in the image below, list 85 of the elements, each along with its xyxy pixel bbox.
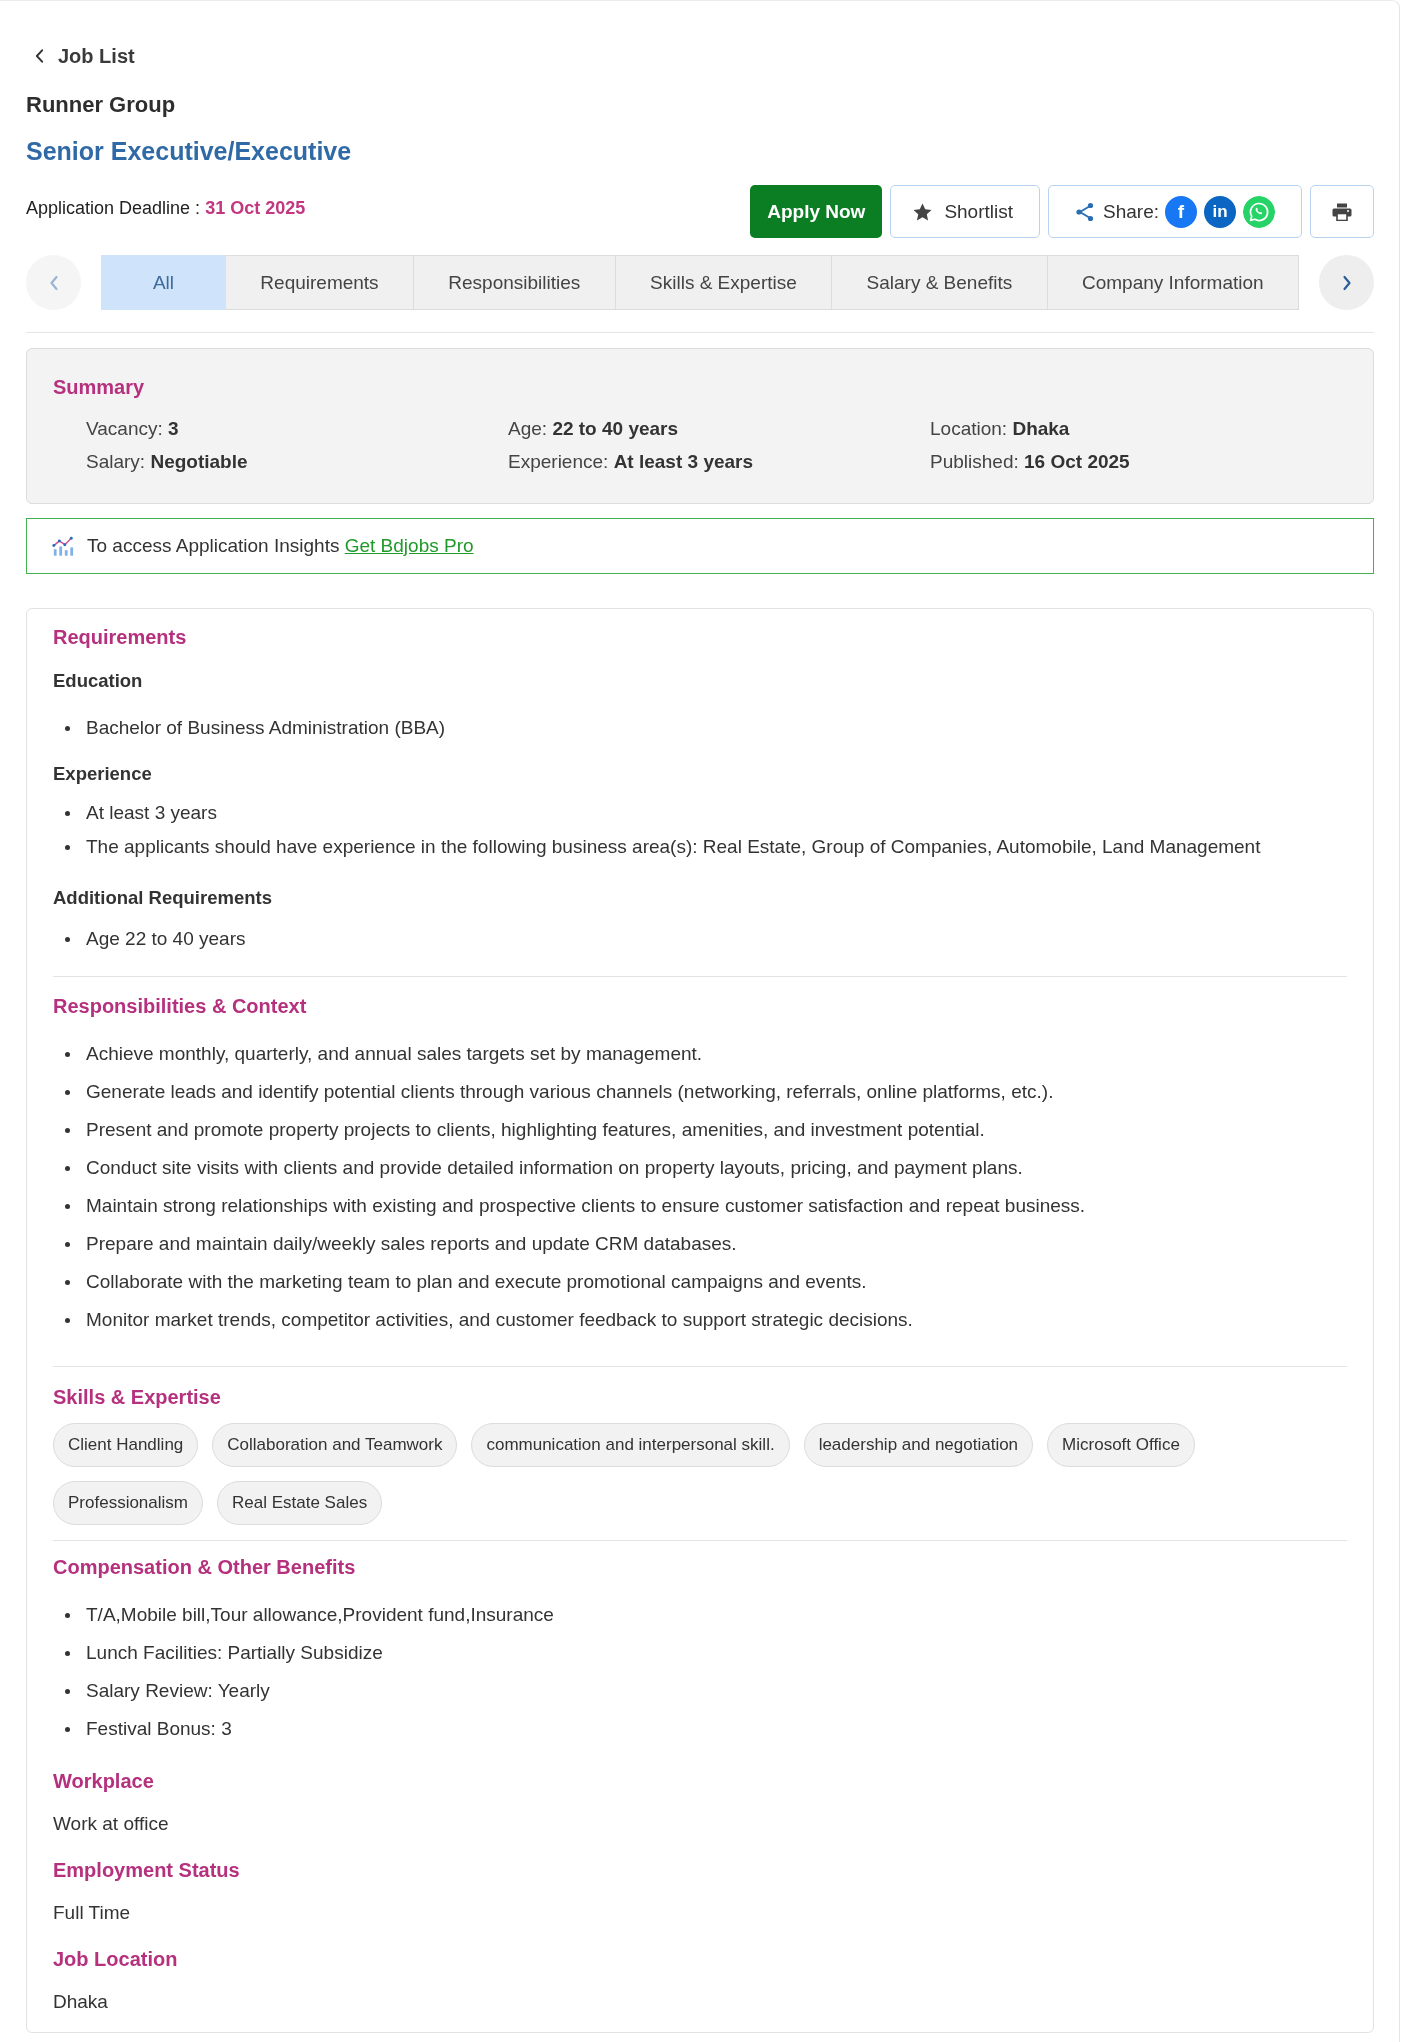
deadline-text: Application Deadline : 31 Oct 2025 — [26, 197, 306, 220]
bullet-icon — [65, 810, 70, 816]
section-title: Compensation & Other Benefits — [53, 1555, 357, 1580]
summary-field: Age: 22 to 40 years — [508, 414, 930, 444]
skill-tag: Client Handling — [53, 1423, 199, 1467]
summary-field: Experience: At least 3 years — [508, 447, 930, 477]
bullet-icon — [65, 1279, 70, 1285]
chevron-left-icon — [48, 274, 59, 291]
star-icon — [913, 202, 933, 221]
bullet-icon — [65, 725, 70, 731]
tab[interactable]: Responsibilities — [414, 255, 616, 310]
list-item: Present and promote property projects to clients, highlighting features, amenities, and investment potential. — [86, 1118, 985, 1142]
skill-tag: Professionalism — [53, 1481, 203, 1525]
section-title: Employment Status — [53, 1858, 241, 1883]
section-text: Full Time — [53, 1901, 132, 1925]
list-item: At least 3 years — [86, 801, 217, 825]
summary-field: Location: Dhaka — [930, 414, 1347, 444]
insights-text: To access Application Insights Get Bdjobs Pro — [87, 534, 474, 558]
bullet-icon — [65, 1241, 70, 1247]
chevron-right-icon — [1341, 274, 1352, 291]
list-item: The applicants should have experience in the following business area(s): Real Estate, Group of Companies, Automobile, Land Management — [86, 835, 1261, 859]
list-item: T/A,Mobile bill,Tour allowance,Provident fund,Insurance — [86, 1603, 554, 1627]
back-link[interactable]: Job List — [35, 42, 135, 70]
list-item: Monitor market trends, competitor activities, and customer feedback to support strategic decisions. — [86, 1308, 913, 1332]
bullet-icon — [65, 1051, 70, 1057]
section-title: Skills & Expertise — [53, 1385, 222, 1410]
bullet-icon — [65, 1688, 70, 1694]
list-item: Age 22 to 40 years — [86, 927, 246, 951]
chart-icon — [52, 535, 74, 557]
list-item: Lunch Facilities: Partially Subsidize — [86, 1641, 383, 1665]
share-label: Share: — [1103, 199, 1159, 224]
bullet-icon — [65, 1127, 70, 1133]
list-item: Prepare and maintain daily/weekly sales reports and update CRM databases. — [86, 1232, 737, 1256]
skill-tag: Real Estate Sales — [217, 1481, 383, 1525]
get-pro-link[interactable]: Get Bdjobs Pro — [344, 535, 474, 556]
section-title: Job Location — [53, 1947, 179, 1972]
whatsapp-icon[interactable] — [1243, 195, 1275, 228]
list-item: Collaborate with the marketing team to plan and execute promotional campaigns and events. — [86, 1270, 867, 1294]
skill-tag: Collaboration and Teamwork — [212, 1423, 458, 1467]
bullet-icon — [65, 1612, 70, 1618]
tab[interactable]: Salary & Benefits — [832, 255, 1048, 310]
section-title: Requirements — [53, 625, 188, 650]
apply-button[interactable]: Apply Now — [750, 185, 883, 238]
linkedin-button[interactable]: in — [1204, 195, 1236, 228]
share-icon[interactable] — [1075, 201, 1095, 222]
print-button[interactable] — [1310, 185, 1374, 238]
list-item: Salary Review: Yearly — [86, 1679, 270, 1703]
skill-tag: leadership and negotiation — [803, 1423, 1034, 1467]
chevron-left-icon — [35, 49, 44, 63]
bullet-icon — [65, 1165, 70, 1171]
job-title: Senior Executive/Executive — [26, 136, 353, 167]
group-heading: Education — [53, 669, 144, 693]
tab[interactable]: All — [101, 255, 226, 310]
facebook-button[interactable]: f — [1165, 195, 1197, 228]
section-title: Workplace — [53, 1769, 155, 1794]
bullet-icon — [65, 844, 70, 850]
tab[interactable]: Company Information — [1047, 255, 1299, 310]
company-name: Runner Group — [26, 91, 177, 119]
section-text: Dhaka — [53, 1990, 109, 2014]
bullet-icon — [65, 936, 70, 942]
bullet-icon — [65, 1650, 70, 1656]
summary-field: Published: 16 Oct 2025 — [930, 447, 1347, 477]
bullet-icon — [65, 1203, 70, 1209]
printer-icon — [1332, 202, 1352, 221]
list-item: Maintain strong relationships with existing and prospective clients to ensure customer satisfaction and repeat business. — [86, 1194, 1086, 1218]
list-item: Achieve monthly, quarterly, and annual sales targets set by management. — [86, 1042, 703, 1066]
list-item: Bachelor of Business Administration (BBA) — [86, 716, 446, 740]
section-text: Work at office — [53, 1812, 170, 1836]
bullet-icon — [65, 1726, 70, 1732]
group-heading: Additional Requirements — [53, 886, 273, 910]
list-item: Conduct site visits with clients and provide detailed information on property layouts, pricing, and payment plans. — [86, 1156, 1023, 1180]
list-item: Generate leads and identify potential clients through various channels (networking, referrals, online platforms, etc.). — [86, 1080, 1054, 1104]
section-title: Responsibilities & Context — [53, 994, 308, 1019]
shortlist-button[interactable]: Shortlist — [890, 185, 1040, 238]
bullet-icon — [65, 1089, 70, 1095]
bullet-icon — [65, 1317, 70, 1323]
section-title: Summary — [53, 375, 146, 400]
tab[interactable]: Skills & Expertise — [615, 255, 833, 310]
group-heading: Experience — [53, 762, 153, 786]
tab[interactable]: Requirements — [226, 255, 414, 310]
list-item: Festival Bonus: 3 — [86, 1717, 232, 1741]
skill-tag: communication and interpersonal skill. — [471, 1423, 790, 1467]
summary-field: Salary: Negotiable — [86, 447, 508, 477]
skill-tag: Microsoft Office — [1047, 1423, 1195, 1467]
summary-field: Vacancy: 3 — [86, 414, 508, 444]
